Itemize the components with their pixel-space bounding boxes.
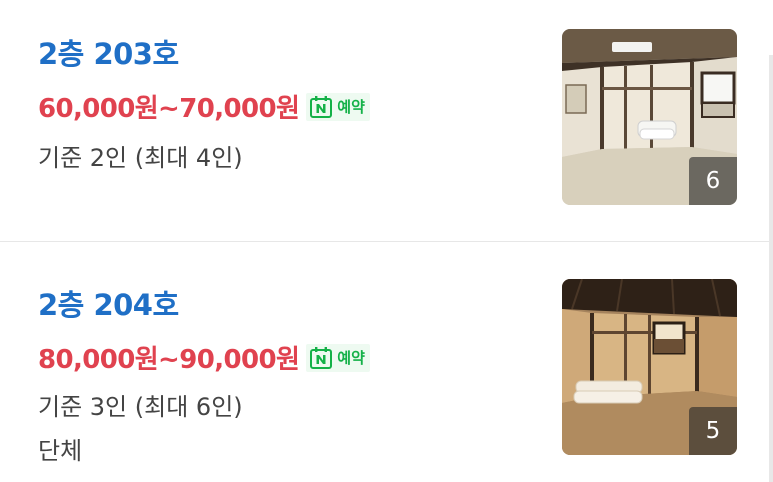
photo-count-badge: 6 bbox=[689, 157, 737, 205]
booking-label: 예약 bbox=[337, 98, 365, 116]
price-line: 60,000원~70,000원 예약 bbox=[38, 88, 370, 125]
room-price: 80,000원~90,000원 bbox=[38, 345, 300, 375]
room-item-204[interactable]: 2층 204호 80,000원~90,000원 예약 기준 3인 (최대 6인)… bbox=[0, 242, 773, 482]
room-name[interactable]: 2층 204호 bbox=[38, 282, 179, 324]
naver-booking-badge[interactable]: 예약 bbox=[306, 343, 370, 372]
photo-count-badge: 5 bbox=[689, 407, 737, 455]
price-line: 80,000원~90,000원 예약 bbox=[38, 339, 370, 376]
room-group-note: 단체 bbox=[38, 437, 83, 465]
room-capacity: 기준 3인 (최대 6인) bbox=[38, 393, 243, 421]
scrollbar[interactable] bbox=[769, 55, 773, 482]
room-price: 60,000원~70,000원 bbox=[38, 94, 300, 124]
room-thumbnail[interactable]: 5 bbox=[562, 279, 737, 455]
room-capacity: 기준 2인 (최대 4인) bbox=[38, 144, 243, 172]
naver-n-calendar-icon bbox=[309, 95, 333, 119]
naver-n-calendar-icon bbox=[309, 346, 333, 370]
room-thumbnail[interactable]: 6 bbox=[562, 29, 737, 205]
naver-booking-badge[interactable]: 예약 bbox=[306, 92, 370, 121]
room-item-203[interactable]: 2층 203호 60,000원~70,000원 예약 기준 2인 (최대 4인) bbox=[0, 0, 773, 241]
booking-label: 예약 bbox=[337, 349, 365, 367]
room-name[interactable]: 2층 203호 bbox=[38, 31, 179, 73]
